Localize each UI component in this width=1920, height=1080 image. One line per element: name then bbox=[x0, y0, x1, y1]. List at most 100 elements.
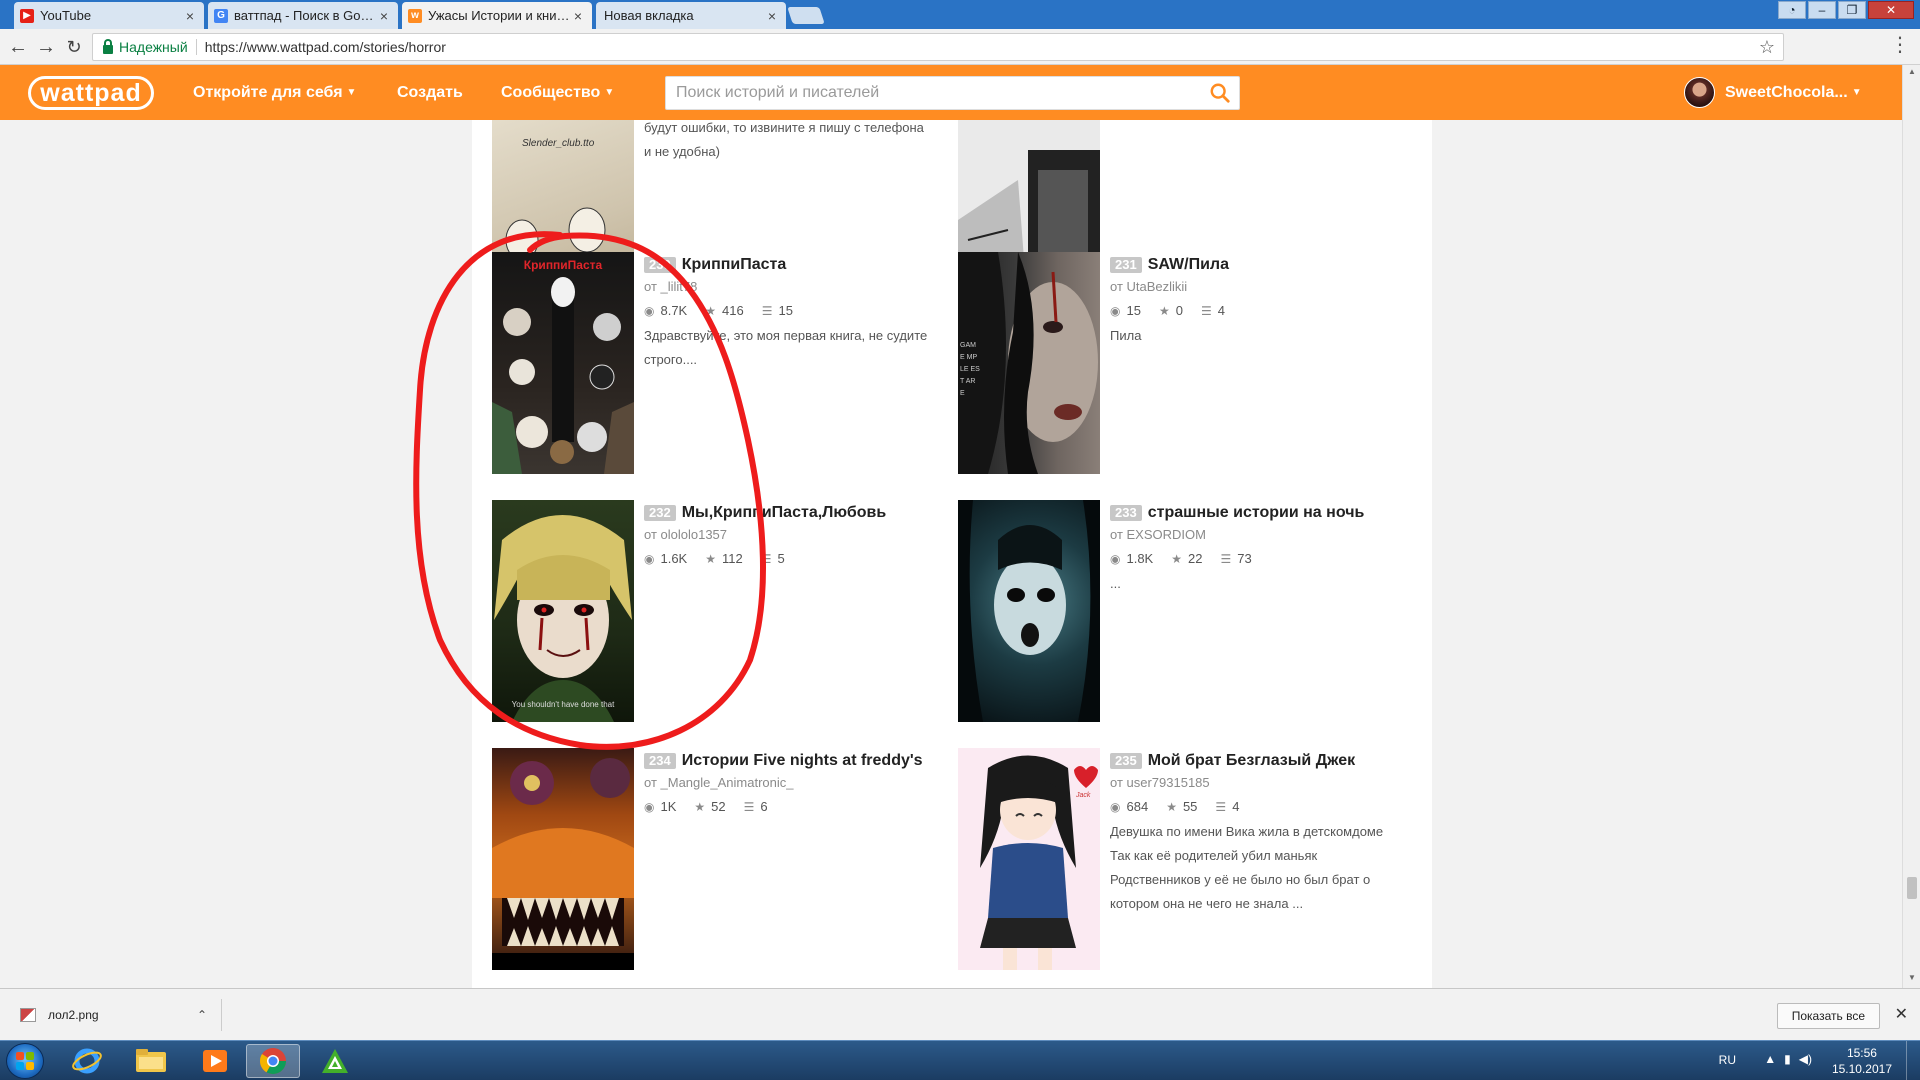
minimize-button[interactable]: – bbox=[1808, 1, 1836, 19]
story-title[interactable]: Мы,КриппиПаста,Любовь bbox=[682, 504, 886, 522]
start-button[interactable] bbox=[6, 1043, 44, 1079]
nav-community[interactable]: Сообщество ▼ bbox=[501, 65, 614, 120]
story-cover[interactable]: GAME MPLE EST ARE bbox=[958, 252, 1100, 474]
reads-stat: ◉ 684 bbox=[1110, 799, 1149, 814]
story-author[interactable]: от user79315185 bbox=[1110, 775, 1400, 790]
eye-icon: ◉ bbox=[1110, 303, 1121, 318]
language-indicator[interactable]: RU bbox=[1719, 1053, 1736, 1067]
chevron-up-icon[interactable]: ⌃ bbox=[197, 1008, 207, 1022]
new-tab-button[interactable] bbox=[787, 7, 825, 24]
story-author[interactable]: от EXSORDIOM bbox=[1110, 527, 1400, 542]
story-title[interactable]: Мой брат Безглазый Джек bbox=[1148, 752, 1355, 770]
scrollbar-thumb[interactable] bbox=[1907, 877, 1917, 899]
story-title-row[interactable]: 234 Истории Five nights at freddy's bbox=[644, 752, 934, 770]
cover-text: You shouldn't have done that bbox=[511, 700, 615, 709]
show-all-downloads-button[interactable]: Показать все bbox=[1776, 1003, 1880, 1029]
address-bar[interactable]: Надежный https://www.wattpad.com/stories… bbox=[92, 33, 1784, 61]
show-desktop-button[interactable] bbox=[1906, 1041, 1920, 1080]
nav-discover[interactable]: Откройте для себя ▼ bbox=[193, 65, 356, 120]
story-info: 231 SAW/Пила от UtaBezlikii ◉ 15 ★ 0 ☰ 4 Пи… bbox=[1110, 256, 1400, 348]
story-title[interactable]: страшные истории на ночь bbox=[1148, 504, 1365, 522]
back-button[interactable]: ← bbox=[6, 35, 30, 59]
reload-button[interactable]: ↻ bbox=[62, 35, 86, 59]
cover-text: GAME MPLE EST ARE bbox=[960, 342, 980, 397]
story-title[interactable]: SAW/Пила bbox=[1148, 256, 1229, 274]
story-author[interactable]: от _lilit78 bbox=[644, 279, 934, 294]
scroll-up-icon[interactable]: ▲ bbox=[1908, 67, 1916, 76]
story-cover[interactable] bbox=[958, 500, 1100, 722]
secure-indicator[interactable]: Надежный bbox=[93, 38, 188, 55]
story-info: 233 страшные истории на ночь от EXSORDIO… bbox=[1110, 504, 1400, 596]
user-icon[interactable]: ◔ bbox=[1778, 1, 1806, 19]
story-title-row[interactable]: 233 страшные истории на ночь bbox=[1110, 504, 1400, 522]
close-icon[interactable]: ✕ bbox=[1895, 1004, 1908, 1024]
reads-stat: ◉ 1.8K bbox=[1110, 551, 1154, 566]
tab-new[interactable]: Новая вкладка × bbox=[596, 2, 786, 29]
chrome-icon[interactable] bbox=[246, 1044, 300, 1078]
story-title[interactable]: Истории Five nights at freddy's bbox=[682, 752, 923, 770]
story-title-row[interactable]: 232 Мы,КриппиПаста,Любовь bbox=[644, 504, 934, 522]
maximize-button[interactable]: ❐ bbox=[1838, 1, 1866, 19]
media-player-icon[interactable] bbox=[188, 1044, 242, 1078]
search-input[interactable] bbox=[666, 77, 1186, 109]
tab-youtube[interactable]: ▶ YouTube × bbox=[14, 2, 204, 29]
close-icon[interactable]: × bbox=[764, 8, 780, 24]
story-card[interactable]: GAME MPLE EST ARE 231 SAW/Пила от UtaBez… bbox=[938, 252, 1398, 476]
user-menu[interactable]: SweetChocola... ▼ bbox=[1684, 77, 1862, 108]
close-icon[interactable]: × bbox=[376, 8, 392, 24]
story-title-row[interactable]: 230 КриппиПаста bbox=[644, 256, 934, 274]
volume-icon[interactable]: ◀) bbox=[1799, 1052, 1812, 1066]
story-author[interactable]: от _Mangle_Animatronic_ bbox=[644, 775, 934, 790]
clock[interactable]: 15:56 15.10.2017 bbox=[1832, 1045, 1892, 1077]
scroll-down-icon[interactable]: ▼ bbox=[1908, 973, 1916, 982]
caret-down-icon: ▼ bbox=[1851, 87, 1862, 98]
show-hidden-icons-icon[interactable]: ▲ bbox=[1764, 1052, 1776, 1066]
eye-icon: ◉ bbox=[644, 551, 655, 566]
story-author[interactable]: от UtaBezlikii bbox=[1110, 279, 1400, 294]
nav-create[interactable]: Создать bbox=[397, 65, 463, 120]
votes-stat: ★ 52 bbox=[694, 799, 726, 814]
network-icon[interactable]: ▮ bbox=[1784, 1052, 1791, 1066]
green-app-icon[interactable] bbox=[308, 1044, 362, 1078]
cover-artwork bbox=[980, 755, 1098, 970]
story-cover[interactable] bbox=[492, 748, 634, 970]
votes-stat: ★ 112 bbox=[705, 551, 743, 566]
story-card[interactable]: КриппиПаста 230 КриппиПаста от _lilit78 … bbox=[472, 252, 932, 476]
list-icon: ☰ bbox=[760, 551, 772, 566]
cover-artwork bbox=[492, 758, 634, 970]
story-card[interactable]: Jack 235 Мой брат Безглазый Джек от user… bbox=[938, 748, 1398, 972]
download-bar: лол2.png ⌃ Показать все ✕ bbox=[0, 988, 1920, 1040]
browser-toolbar: ← → ↻ Надежный https://www.wattpad.com/s… bbox=[0, 29, 1920, 65]
story-cover[interactable]: You shouldn't have done that bbox=[492, 500, 634, 722]
search-icon[interactable] bbox=[1209, 82, 1231, 104]
story-title-row[interactable]: 235 Мой брат Безглазый Джек bbox=[1110, 752, 1400, 770]
page-scrollbar[interactable]: ▲ ▼ bbox=[1902, 65, 1920, 988]
close-icon[interactable]: × bbox=[570, 8, 586, 24]
story-author[interactable]: от olololo1357 bbox=[644, 527, 934, 542]
tab-google[interactable]: G ваттпад - Поиск в Google × bbox=[208, 2, 398, 29]
wattpad-logo[interactable]: wattpad bbox=[28, 76, 154, 110]
star-icon: ★ bbox=[1166, 799, 1177, 814]
story-card[interactable]: 234 Истории Five nights at freddy's от _… bbox=[472, 748, 932, 972]
story-cover[interactable]: Jack bbox=[958, 748, 1100, 970]
close-window-button[interactable]: ✕ bbox=[1868, 1, 1914, 19]
close-icon[interactable]: × bbox=[182, 8, 198, 24]
tab-wattpad[interactable]: w Ужасы Истории и книги бесплатно × bbox=[402, 2, 592, 29]
story-card[interactable]: 233 страшные истории на ночь от EXSORDIO… bbox=[938, 500, 1398, 724]
story-description: Здравствуйте, это моя первая книга, не с… bbox=[644, 328, 928, 367]
bookmark-star-icon[interactable]: ☆ bbox=[1759, 37, 1775, 58]
file-explorer-icon[interactable] bbox=[124, 1044, 178, 1078]
star-icon: ★ bbox=[705, 303, 716, 318]
clock-time: 15:56 bbox=[1846, 1046, 1877, 1060]
cover-artwork bbox=[492, 277, 634, 474]
story-title[interactable]: КриппиПаста bbox=[682, 256, 787, 274]
download-item[interactable]: лол2.png ⌃ bbox=[12, 999, 222, 1031]
story-description: будут ошибки, то извините я пишу с телеф… bbox=[644, 120, 924, 159]
forward-button[interactable]: → bbox=[34, 35, 58, 59]
story-title-row[interactable]: 231 SAW/Пила bbox=[1110, 256, 1400, 274]
browser-menu-icon[interactable]: ⋮ bbox=[1890, 35, 1910, 55]
parts-stat: ☰ 4 bbox=[1200, 303, 1225, 318]
story-card[interactable]: You shouldn't have done that 232 Мы,Крип… bbox=[472, 500, 932, 724]
story-cover[interactable]: КриппиПаста bbox=[492, 252, 634, 474]
internet-explorer-icon[interactable] bbox=[60, 1044, 114, 1078]
